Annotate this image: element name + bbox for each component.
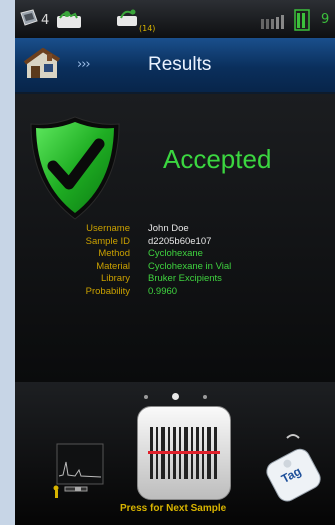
result-panel: Accepted Username John Doe Sample ID d22… xyxy=(15,94,335,382)
detail-value: Bruker Excipients xyxy=(148,273,222,285)
tag-button[interactable]: Tag xyxy=(263,432,325,514)
detail-value: 0.9960 xyxy=(148,285,178,297)
detail-label: Method xyxy=(98,248,130,260)
detail-label: Sample ID xyxy=(85,235,130,247)
result-status: Accepted xyxy=(163,144,272,174)
detail-label: Username xyxy=(86,223,130,234)
page-indicator xyxy=(15,386,335,405)
scan-next-sample-button[interactable] xyxy=(137,406,231,500)
detail-row: Library Bruker Excipients xyxy=(30,273,260,286)
detail-label: Library xyxy=(100,273,130,285)
folder-icon xyxy=(55,8,83,34)
barcode-icon xyxy=(148,425,220,487)
detail-row: Username John Doe xyxy=(30,223,260,236)
detail-row: Probability 0.9960 xyxy=(30,286,260,299)
detail-label: Material xyxy=(96,260,130,272)
detail-label: Probability xyxy=(85,285,130,297)
result-details: Username John Doe Sample ID d2205b60e107… xyxy=(30,223,260,299)
sync-icon xyxy=(115,6,141,34)
detail-row: Method Cyclohexane xyxy=(30,248,260,261)
detail-row: Sample ID d2205b60e107 xyxy=(30,236,260,249)
page-dot[interactable] xyxy=(202,394,207,399)
status-bar: 4 (14) 9 xyxy=(15,0,335,39)
detail-row: Material Cyclohexane in Vial xyxy=(30,261,260,274)
device-icon xyxy=(19,9,39,31)
spectrum-icon[interactable] xyxy=(51,442,107,504)
bottom-bar: Press for Next Sample Tag xyxy=(15,382,335,525)
status-right-text: 9 xyxy=(321,12,330,27)
breadcrumb-chevrons: ››› xyxy=(77,57,91,72)
page-title: Results xyxy=(148,54,212,75)
page-dot[interactable] xyxy=(143,394,148,399)
battery-icon xyxy=(293,8,315,36)
header-bar: ››› Results xyxy=(15,38,335,94)
next-sample-label: Press for Next Sample xyxy=(120,503,227,514)
status-small-indicator: (14) xyxy=(139,24,156,33)
detail-value: Cyclohexane xyxy=(148,248,203,260)
detail-value: Cyclohexane in Vial xyxy=(148,260,232,272)
home-icon[interactable] xyxy=(23,47,63,86)
detail-value: John Doe xyxy=(148,223,189,234)
signal-icon xyxy=(261,14,287,33)
detail-value: d2205b60e107 xyxy=(148,235,212,247)
shield-check-icon xyxy=(27,114,123,226)
page-dot-active[interactable] xyxy=(171,393,179,400)
device-screen: 4 (14) 9 ››› Results Accepted Username J… xyxy=(15,0,335,525)
status-count: 4 xyxy=(41,13,50,28)
